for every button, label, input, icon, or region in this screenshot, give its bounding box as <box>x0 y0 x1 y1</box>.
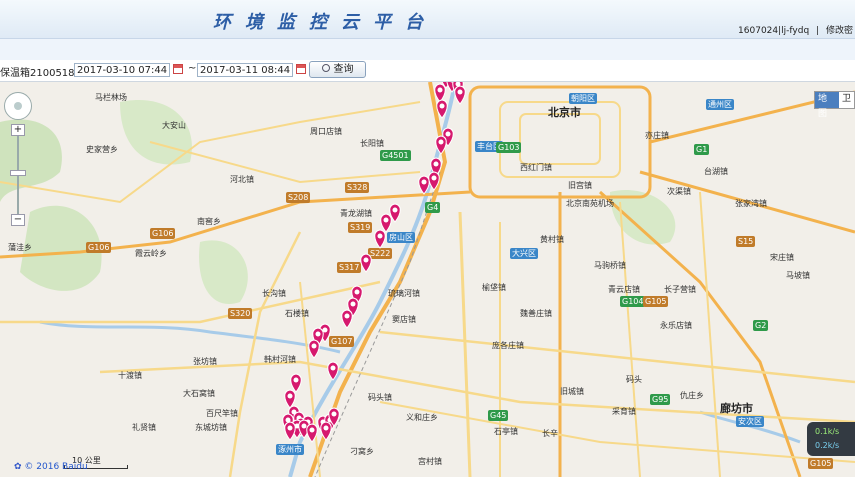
network-speed-widget: 0.1k/s 0.2k/s <box>807 422 855 456</box>
divider: | <box>816 26 820 36</box>
location-marker[interactable] <box>436 99 448 119</box>
calendar-icon[interactable] <box>296 64 306 74</box>
upload-speed: 0.1k/s <box>815 427 840 436</box>
location-marker[interactable] <box>320 421 332 441</box>
location-marker[interactable] <box>290 373 302 393</box>
pan-control[interactable] <box>4 92 32 120</box>
location-marker[interactable] <box>327 361 339 381</box>
zoom-slider[interactable] <box>10 170 26 176</box>
location-marker[interactable] <box>374 229 386 249</box>
user-area: 1607024|lj-fydq | 修改密 <box>734 23 853 36</box>
location-marker[interactable] <box>341 309 353 329</box>
start-time-input[interactable] <box>74 63 170 77</box>
baidu-logo-icon: ✿ <box>14 462 22 472</box>
location-marker[interactable] <box>428 171 440 191</box>
search-button[interactable]: 查询 <box>309 61 366 78</box>
zoom-out-button[interactable]: − <box>11 214 25 226</box>
map-type-map[interactable]: 地图 <box>815 92 839 119</box>
map-copyright: ✿ © 2016 Baidu <box>14 462 88 472</box>
location-marker[interactable] <box>435 135 447 155</box>
map-type-satellite[interactable]: 卫 <box>839 92 854 108</box>
map-canvas[interactable]: 马栏林场 大安山 史家营乡 周口店镇 长阳镇 青龙湖镇 霞云岭乡 南窖乡 河北镇… <box>0 82 855 477</box>
map-type-switch: 地图 卫 <box>814 91 855 119</box>
zoom-in-button[interactable]: + <box>11 124 25 136</box>
app-title: 环境监控云平台 <box>213 12 437 33</box>
location-marker[interactable] <box>418 175 430 195</box>
location-marker[interactable] <box>380 213 392 233</box>
end-time-input[interactable] <box>197 63 293 77</box>
change-password-link[interactable]: 修改密 <box>826 26 853 36</box>
location-marker[interactable] <box>306 423 318 443</box>
search-icon <box>321 64 330 72</box>
device-label: 保温箱21005183 <box>0 68 81 79</box>
location-marker[interactable] <box>284 389 296 409</box>
marker-layer <box>282 82 466 443</box>
location-marker[interactable] <box>434 83 446 103</box>
download-speed: 0.2k/s <box>815 441 840 450</box>
query-bar: 保温箱21005183 ~ 查询 <box>0 60 855 82</box>
app-header: 环境监控云平台 1607024|lj-fydq | 修改密 <box>0 0 855 38</box>
location-marker[interactable] <box>308 339 320 359</box>
calendar-icon[interactable] <box>173 64 183 74</box>
location-marker[interactable] <box>360 253 372 273</box>
range-separator: ~ <box>188 63 197 74</box>
location-marker[interactable] <box>454 85 466 105</box>
user-name: 1607024|lj-fydq <box>738 26 810 36</box>
location-marker[interactable] <box>284 421 296 441</box>
header-strip <box>0 38 855 61</box>
